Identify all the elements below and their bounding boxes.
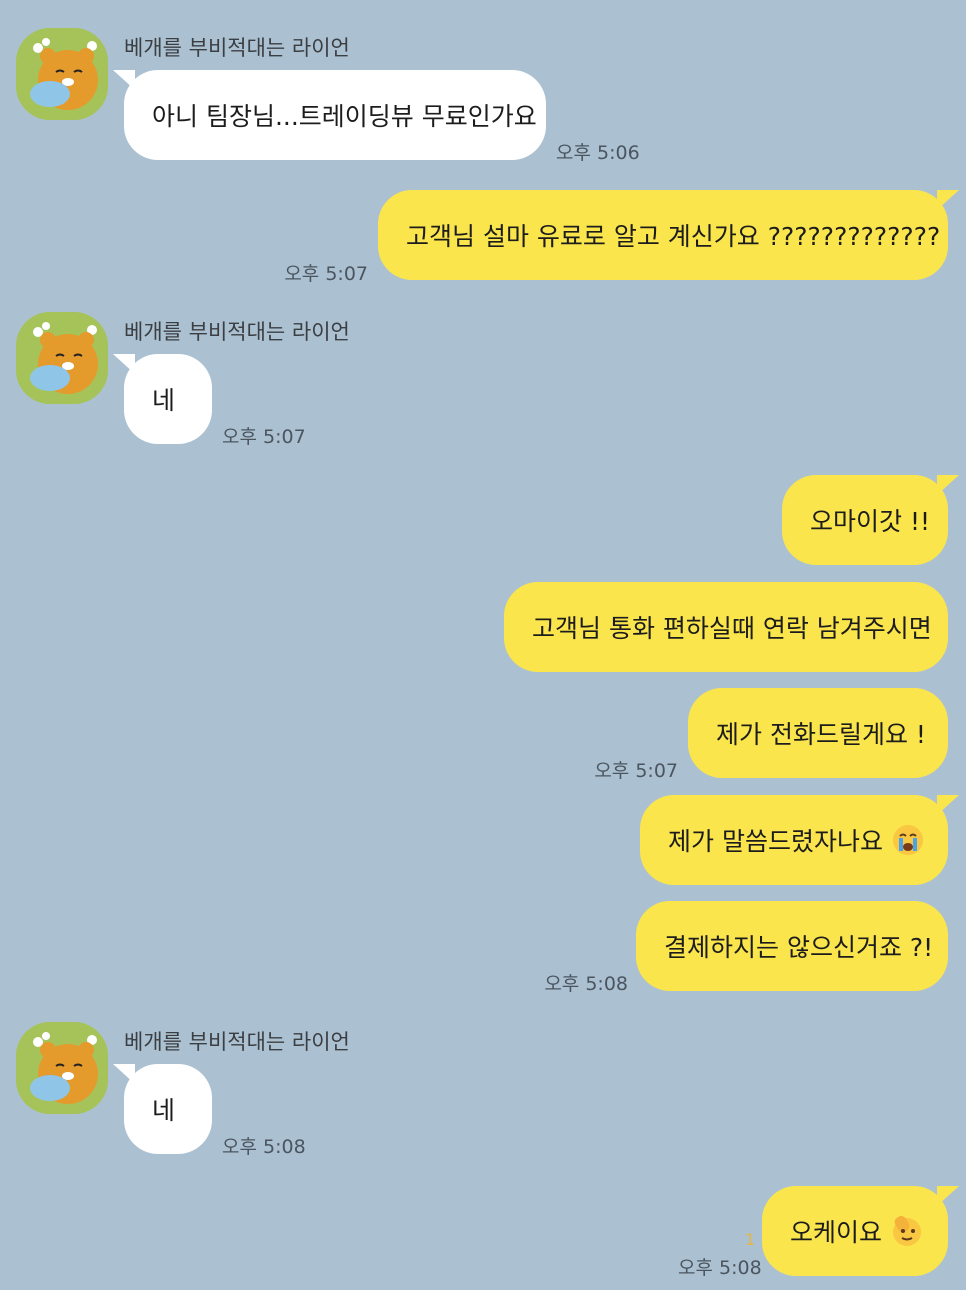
message-time: 오후 5:07 [284, 263, 368, 285]
message-bubble[interactable]: 아니 팀장님...트레이딩뷰 무료인가요 [113, 70, 546, 160]
profile-avatar[interactable] [16, 28, 108, 120]
chat-room[interactable]: 베개를 부비적대는 라이언 아니 팀장님...트레이딩뷰 무료인가요 오후 5:… [0, 0, 966, 1290]
message-text: 아니 팀장님...트레이딩뷰 무료인가요 [152, 102, 537, 131]
message-time: 오후 5:07 [594, 760, 678, 782]
message-bubble[interactable]: 고객님 설마 유료로 알고 계신가요 ????????????? [378, 190, 959, 280]
ryan-hugging-pillow-icon [16, 1022, 108, 1114]
sender-name: 베개를 부비적대는 라이언 [124, 320, 350, 344]
profile-avatar[interactable] [16, 1022, 108, 1114]
sender-name: 베개를 부비적대는 라이언 [124, 1030, 350, 1054]
ryan-hugging-pillow-icon [16, 312, 108, 404]
message-bubble[interactable]: 오케이요 [762, 1186, 959, 1276]
message-time: 오후 5:06 [556, 142, 640, 164]
message-bubble[interactable]: 오마이갓 !! [782, 475, 959, 565]
message-text: 제가 전화드릴게요 ! [716, 720, 926, 749]
message-bubble[interactable]: 제가 전화드릴게요 ! [688, 688, 948, 778]
unread-count: 1 [745, 1230, 756, 1249]
profile-avatar[interactable] [16, 312, 108, 404]
ryan-hugging-pillow-icon [16, 28, 108, 120]
message-time: 오후 5:08 [222, 1136, 306, 1158]
message-bubble[interactable]: 고객님 통화 편하실때 연락 남겨주시면 [504, 582, 948, 672]
message-bubble[interactable]: 제가 말씀드렸자나요 [640, 795, 959, 885]
message-text: 고객님 통화 편하실때 연락 남겨주시면 [532, 614, 932, 643]
message-text: 오마이갓 !! [810, 507, 930, 536]
message-time: 오후 5:08 [544, 973, 628, 995]
message-bubble[interactable]: 결제하지는 않으신거죠 ?! [636, 901, 948, 991]
message-text: 제가 말씀드렸자나요 [668, 827, 883, 856]
message-time: 오후 5:08 [678, 1257, 762, 1279]
message-text: 네 [152, 386, 176, 415]
message-bubble[interactable]: 네 [113, 354, 212, 444]
sender-name: 베개를 부비적대는 라이언 [124, 36, 350, 60]
crying-face-icon [891, 823, 925, 857]
message-text: 오케이요 [790, 1218, 883, 1247]
message-bubble[interactable]: 네 [113, 1064, 212, 1154]
message-time: 오후 5:07 [222, 426, 306, 448]
message-text: 네 [152, 1096, 176, 1125]
message-text: 결제하지는 않으신거죠 ?! [664, 933, 934, 962]
message-text: 고객님 설마 유료로 알고 계신가요 ????????????? [406, 222, 941, 251]
saluting-face-icon [890, 1214, 924, 1248]
